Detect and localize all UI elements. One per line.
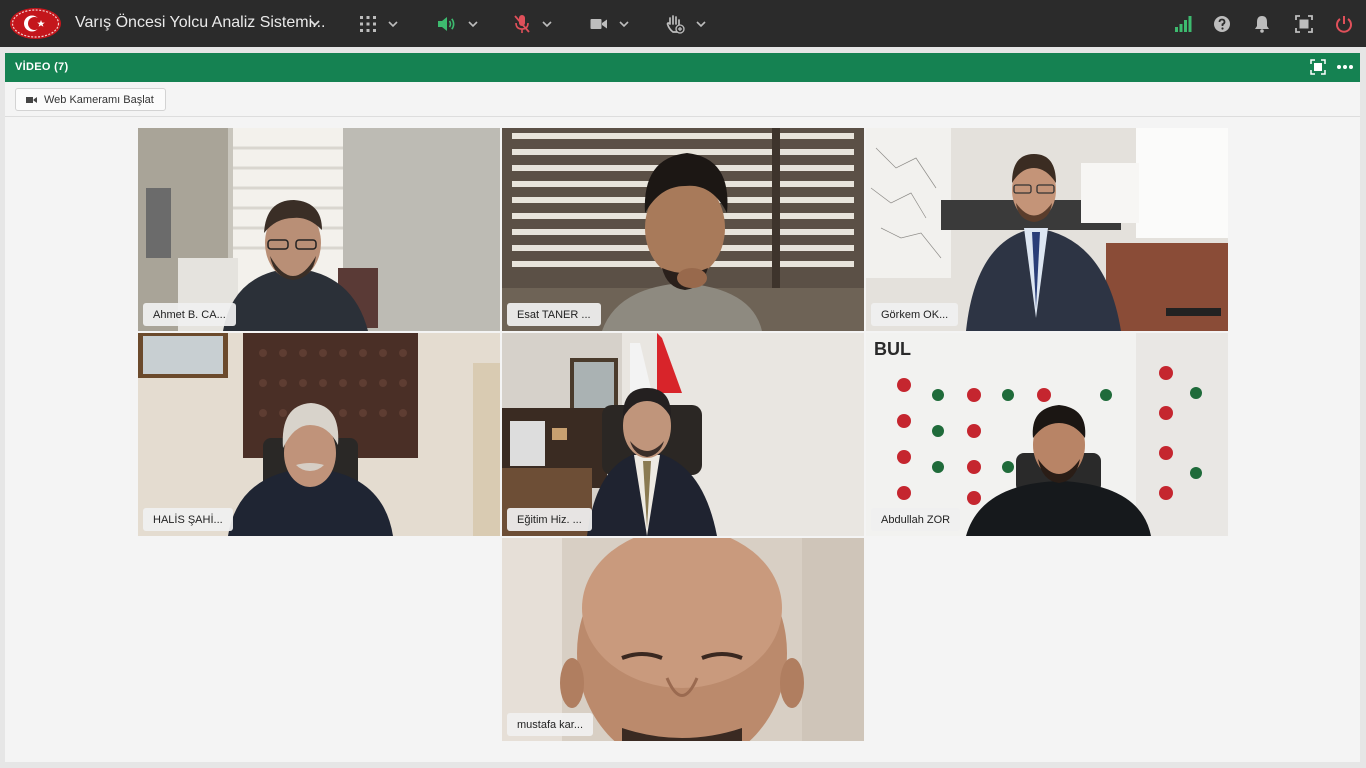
participant-name: Ahmet B. CA... (143, 303, 236, 326)
participant-video (866, 128, 1228, 331)
notifications-button[interactable] (1251, 13, 1273, 35)
video-tile-5[interactable]: Eğitim Hiz. ... (502, 333, 864, 536)
panel-title: VİDEO (7) (15, 61, 69, 73)
help-button[interactable] (1211, 13, 1233, 35)
participant-name: Görkem OK... (871, 303, 959, 326)
bell-icon (1255, 16, 1269, 33)
chevron-down-icon[interactable] (308, 16, 322, 30)
participant-name: mustafa kar... (507, 713, 594, 736)
participant-name: Esat TANER ... (507, 303, 601, 326)
video-tile-3[interactable]: Görkem OK... (866, 128, 1228, 331)
hand-icon (666, 15, 685, 34)
fullscreen-icon (1295, 15, 1313, 33)
participant-name: HALİS ŞAHİ... (143, 508, 233, 531)
camera-icon (590, 19, 607, 29)
mic-muted-icon (514, 15, 530, 33)
meeting-title[interactable]: Varış Öncesi Yolcu Analiz Sistemi... (75, 14, 325, 32)
speaker-icon (438, 17, 455, 31)
power-icon (1336, 16, 1352, 33)
signal-bars-icon (1175, 16, 1192, 32)
video-tile-1[interactable]: Ahmet B. CA... (138, 128, 500, 331)
svg-text:BUL: BUL (874, 339, 911, 359)
more-options-icon[interactable] (1336, 64, 1354, 70)
chevron-down-icon (388, 21, 398, 28)
video-panel-body: Web Kameramı Başlat Ahmet B. CA... Esat … (5, 82, 1360, 762)
participant-name: Abdullah ZOR (871, 508, 961, 531)
top-bar: Varış Öncesi Yolcu Analiz Sistemi... (0, 0, 1366, 47)
participant-video (502, 538, 864, 741)
help-icon (1214, 16, 1230, 32)
connection-status[interactable] (1172, 13, 1194, 35)
video-tile-4[interactable]: HALİS ŞAHİ... (138, 333, 500, 536)
chevron-down-icon (542, 21, 552, 28)
participant-video (138, 128, 500, 331)
chevron-down-icon (468, 21, 478, 28)
chevron-down-icon (696, 21, 706, 28)
video-tile-2[interactable]: Esat TANER ... (502, 128, 864, 331)
grid-icon (360, 16, 376, 32)
video-panel-header: VİDEO (7) (5, 53, 1360, 82)
video-tile-7[interactable]: mustafa kar... (502, 538, 864, 741)
maximize-pod-icon[interactable] (1310, 59, 1326, 75)
start-webcam-label: Web Kameramı Başlat (44, 93, 154, 106)
participant-video (502, 333, 864, 536)
layout-menu-button[interactable] (359, 11, 399, 37)
participant-video: BUL (866, 333, 1228, 536)
participant-video (502, 128, 864, 331)
start-webcam-button[interactable]: Web Kameramı Başlat (15, 88, 166, 111)
chevron-down-icon (619, 21, 629, 28)
fullscreen-button[interactable] (1293, 13, 1315, 35)
exit-meeting-button[interactable] (1333, 13, 1355, 35)
participant-name: Eğitim Hiz. ... (507, 508, 592, 531)
video-tile-6[interactable]: BUL Abdullah ZOR (866, 333, 1228, 536)
video-toolbar: Web Kameramı Başlat (5, 82, 1360, 117)
camera-icon (26, 96, 37, 103)
app-logo (10, 8, 61, 39)
microphone-button[interactable] (513, 11, 553, 37)
speaker-button[interactable] (437, 11, 479, 37)
raise-hand-button[interactable] (665, 11, 707, 37)
crescent-star-emblem-icon (11, 9, 60, 38)
camera-button[interactable] (590, 11, 630, 37)
participant-video (138, 333, 500, 536)
